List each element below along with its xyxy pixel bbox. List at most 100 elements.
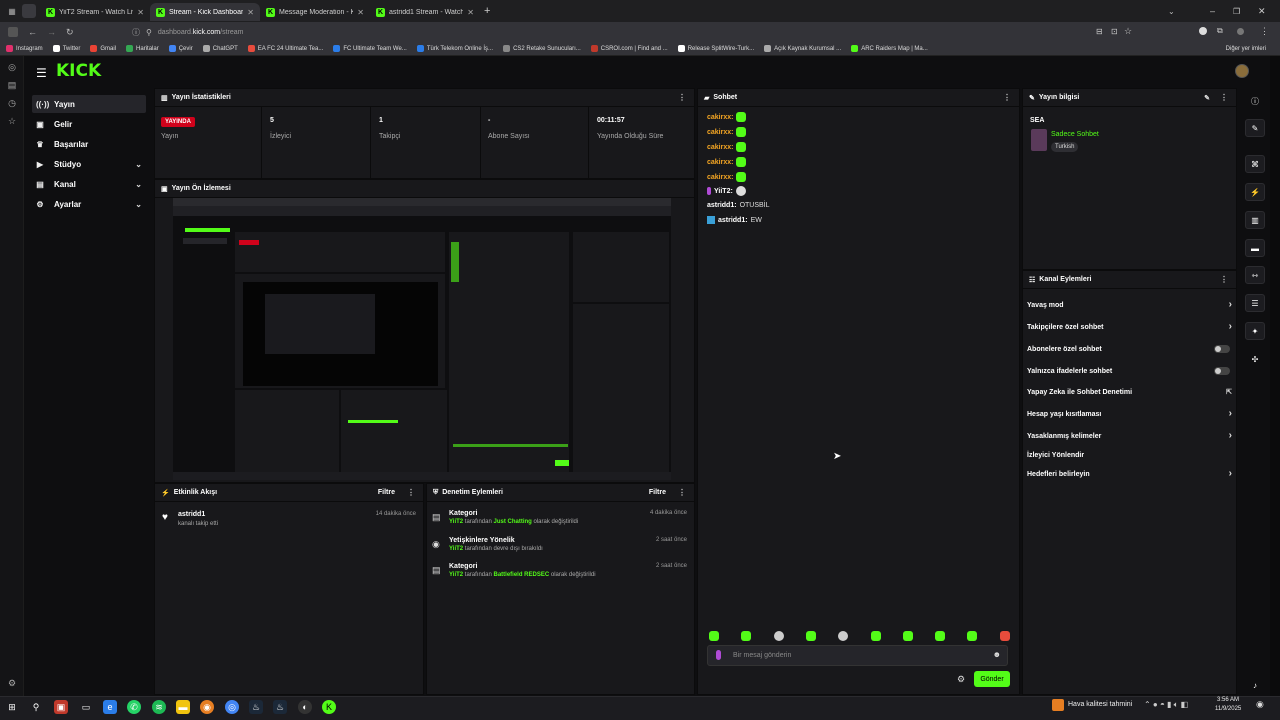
bookmark-item[interactable]: Gmail bbox=[90, 45, 116, 52]
browser-menu-icon[interactable]: ▦ bbox=[4, 7, 20, 16]
avatar[interactable] bbox=[1235, 64, 1249, 78]
panel-menu-icon[interactable]: ⋮ bbox=[1003, 93, 1011, 102]
close-window-icon[interactable]: ✕ bbox=[1258, 6, 1266, 17]
bookmark-item[interactable]: Çevir bbox=[168, 45, 193, 52]
toggle-switch[interactable] bbox=[1214, 367, 1230, 375]
panel-menu-icon[interactable]: ⋮ bbox=[678, 488, 686, 497]
file-explorer-icon[interactable]: ▬ bbox=[176, 700, 190, 714]
quick-emote-icon[interactable] bbox=[935, 631, 946, 641]
filter-button[interactable]: Filtre bbox=[378, 489, 395, 496]
quick-emote-icon[interactable] bbox=[967, 631, 978, 641]
filter-button[interactable]: Filtre bbox=[649, 489, 666, 496]
channel-action-4[interactable]: Yapay Zeka ile Sohbet Denetimi ⇱ bbox=[1027, 389, 1232, 396]
pencil-icon[interactable]: ✎ bbox=[1245, 119, 1265, 137]
news-app-icon[interactable]: ▣ bbox=[54, 700, 68, 714]
system-tray-icons[interactable]: ⌃ ● ◓ ▮ 🔈︎ ◧ bbox=[1144, 700, 1188, 710]
clock-date[interactable]: 11/9/2025 bbox=[1215, 706, 1241, 712]
channel-action-2[interactable]: Abonelere özel sohbet bbox=[1027, 345, 1232, 353]
bookmark-item[interactable]: Açık Kaynak Kurumsal ... bbox=[764, 45, 841, 52]
screenshot-icon[interactable]: ⊡ bbox=[1111, 27, 1118, 36]
chat-username[interactable]: cakirxx: bbox=[707, 174, 733, 181]
document-icon[interactable]: ▥ bbox=[1245, 211, 1265, 229]
maximize-icon[interactable]: ❐ bbox=[1233, 7, 1240, 16]
tab-search-icon[interactable]: ⌄ bbox=[1168, 7, 1175, 16]
favorites-icon[interactable]: ☆ bbox=[7, 116, 17, 126]
forward-icon[interactable]: → bbox=[47, 27, 56, 37]
kick-logo[interactable]: KICK bbox=[56, 61, 101, 81]
other-bookmarks[interactable]: Diğer yer imleri bbox=[1226, 46, 1266, 52]
firefox-icon[interactable]: ◉ bbox=[200, 700, 214, 714]
sidebar-item-3[interactable]: ▶ Stüdyo ⌄ bbox=[32, 155, 146, 173]
panel-menu-icon[interactable]: ⋮ bbox=[407, 488, 415, 497]
search-icon[interactable]: ⚲ bbox=[29, 700, 43, 714]
chat-username[interactable]: cakirxx: bbox=[707, 114, 733, 121]
widgets-icon[interactable]: ✣ bbox=[1245, 350, 1265, 368]
resize-icon[interactable]: ⇿ bbox=[1245, 266, 1265, 284]
quick-emote-icon[interactable] bbox=[773, 631, 784, 641]
wrench-icon[interactable]: ✦ bbox=[1245, 322, 1265, 340]
chat-settings-icon[interactable]: ⚙ bbox=[957, 674, 965, 685]
windows-start-icon[interactable]: ⊞ bbox=[5, 700, 19, 714]
emoji-icon[interactable]: ☻ bbox=[993, 650, 1001, 659]
channel-action-8[interactable]: Hedefleri belirleyin › bbox=[1027, 468, 1232, 479]
info-icon[interactable]: ⓘ bbox=[1245, 92, 1265, 110]
edit-icon[interactable]: ✎ bbox=[1204, 94, 1210, 102]
close-tab-icon[interactable]: ✕ bbox=[137, 8, 144, 17]
minimize-icon[interactable]: – bbox=[1210, 6, 1215, 16]
category-thumbnail[interactable] bbox=[1031, 129, 1047, 151]
security-icon[interactable]: ⚲ bbox=[146, 28, 152, 37]
bookmark-star-icon[interactable]: ☆ bbox=[1124, 26, 1132, 37]
mic-icon[interactable]: ♪ bbox=[1245, 676, 1265, 694]
chat-username[interactable]: cakirxx: bbox=[707, 144, 733, 151]
sidebar-item-5[interactable]: ⚙ Ayarlar ⌄ bbox=[32, 195, 146, 213]
chat-username[interactable]: astridd1: bbox=[718, 217, 748, 224]
back-icon[interactable]: ← bbox=[28, 27, 37, 37]
whatsapp-icon[interactable]: ✆ bbox=[127, 700, 141, 714]
tab-astridd1-stream[interactable]: Kastridd1 Stream - Watch Live o✕ bbox=[370, 3, 480, 21]
quick-emote-icon[interactable] bbox=[805, 631, 816, 641]
bookmark-item[interactable]: Instagram bbox=[6, 45, 43, 52]
reload-icon[interactable]: ↻ bbox=[66, 27, 74, 38]
close-tab-icon[interactable]: ✕ bbox=[247, 8, 254, 17]
channel-action-5[interactable]: Hesap yaşı kısıtlaması › bbox=[1027, 408, 1232, 419]
panel-menu-icon[interactable]: ⋮ bbox=[1220, 93, 1228, 102]
microphone-icon[interactable] bbox=[716, 650, 721, 660]
quick-emote-icon[interactable] bbox=[870, 631, 881, 641]
bookmark-item[interactable]: EA FC 24 Ultimate Tea... bbox=[247, 45, 323, 52]
chat-input[interactable]: Bir mesaj gönderin ☻ bbox=[707, 645, 1008, 666]
activity-user[interactable]: astridd1 bbox=[178, 511, 205, 518]
quick-emote-icon[interactable] bbox=[902, 631, 913, 641]
site-info-icon[interactable]: ⓘ bbox=[132, 27, 140, 38]
quick-emote-icon[interactable] bbox=[999, 631, 1010, 641]
clock-time[interactable]: 3:56 AM bbox=[1217, 697, 1239, 703]
lightning-icon[interactable]: ⚡ bbox=[1245, 183, 1265, 201]
close-tab-icon[interactable]: ✕ bbox=[357, 8, 364, 17]
bookmark-item[interactable]: FC Ultimate Team We... bbox=[333, 45, 407, 52]
sidebar-item-2[interactable]: ♛ Başarılar bbox=[32, 135, 146, 153]
channel-action-0[interactable]: Yavaş mod › bbox=[1027, 299, 1232, 310]
tab-yiit2-stream[interactable]: K YiiT2 Stream - Watch Live on Kick ✕ bbox=[40, 3, 150, 21]
category-name[interactable]: Sadece Sohbet bbox=[1051, 131, 1099, 138]
channel-action-1[interactable]: Takipçilere özel sohbet › bbox=[1027, 321, 1232, 332]
task-view-icon[interactable]: ▭ bbox=[79, 700, 93, 714]
panel-menu-icon[interactable]: ⋮ bbox=[678, 93, 686, 102]
extension-icon[interactable] bbox=[1199, 27, 1207, 35]
profile-icon[interactable] bbox=[1237, 28, 1244, 35]
bookmark-item[interactable]: Haritalar bbox=[126, 45, 159, 52]
moderation-actor[interactable]: YiiT2 bbox=[449, 546, 463, 552]
layout-icon[interactable]: ☰ bbox=[1245, 294, 1265, 312]
reading-list-icon[interactable]: ▤ bbox=[7, 80, 17, 90]
channel-action-3[interactable]: Yalnızca ifadelerle sohbet bbox=[1027, 367, 1232, 375]
sidebar-item-1[interactable]: ▣ Gelir bbox=[32, 115, 146, 133]
settings-gear-icon[interactable]: ⚙ bbox=[7, 678, 17, 688]
spotify-icon[interactable]: ≋ bbox=[152, 700, 166, 714]
steam-icon[interactable]: ♨ bbox=[249, 700, 263, 714]
camera-icon[interactable]: ⌘ bbox=[1245, 155, 1265, 173]
quick-emote-icon[interactable] bbox=[741, 631, 752, 641]
send-button[interactable]: Gönder bbox=[974, 671, 1010, 687]
bookmark-item[interactable]: CSROI.com | Find and ... bbox=[590, 45, 668, 52]
tab-kick-dashboard[interactable]: K Stream - Kick Dashboard ✕ bbox=[150, 3, 260, 21]
hamburger-menu-icon[interactable]: ☰ bbox=[36, 66, 47, 80]
bookmark-item[interactable]: CS2 Retake Sunucuları... bbox=[503, 45, 581, 52]
notification-icon[interactable]: ◉ bbox=[1256, 699, 1264, 710]
